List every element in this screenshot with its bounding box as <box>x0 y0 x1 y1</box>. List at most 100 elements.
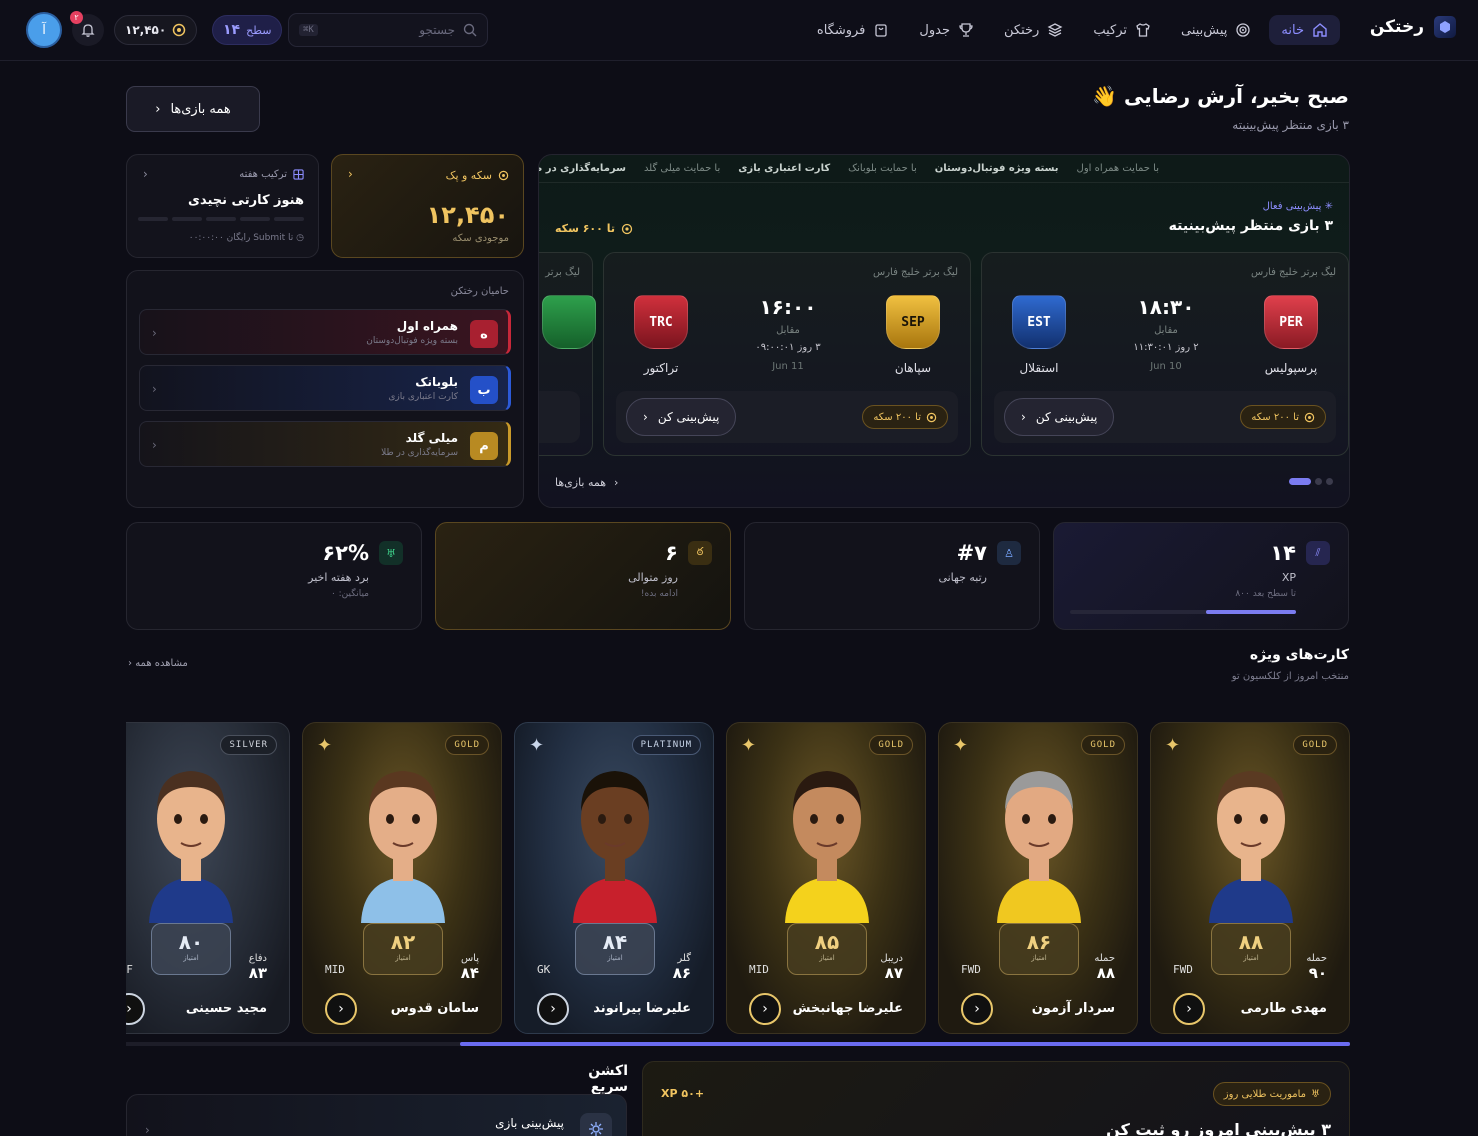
sponsor-item[interactable]: ه همراه اول بسته ویژه فوتبال‌دوستان ‹ <box>139 309 511 355</box>
match-date: Jun 10 <box>1150 361 1182 372</box>
team-crest: PER <box>1264 295 1318 349</box>
stat-value: ۸۴ <box>460 964 479 982</box>
player-card[interactable]: GOLD ✦ ۸۸ امتیاز FWD حمله ۹۰ مهدی طارمی ‹ <box>1150 722 1350 1034</box>
player-card[interactable]: PLATINUM ✦ ۸۴ امتیاز GK گلر ۸۶ علیرضا بیرانوند ‹ <box>514 722 714 1034</box>
chevron-left-icon: ‹ <box>1021 410 1026 424</box>
avatar[interactable]: آ <box>26 12 62 48</box>
stat-label: رتبه جهانی <box>938 571 987 584</box>
brand-logo[interactable]: رختکن <box>1370 16 1456 38</box>
coins-badge[interactable]: ۱۲,۴۵۰ <box>114 15 198 45</box>
card-open-button[interactable]: ‹ <box>749 993 781 1025</box>
nav-lockerroom[interactable]: رختکن <box>992 15 1075 45</box>
weekly-lineup-card[interactable]: ترکیب هفته ‹ هنوز کارتی نچیدی ◷ تا Submi… <box>126 154 319 258</box>
player-card[interactable]: GOLD ✦ ۸۲ امتیاز MID پاس ۸۴ سامان قدوس ‹ <box>302 722 502 1034</box>
rating-label: امتیاز <box>607 954 623 962</box>
all-games-button[interactable]: همه بازی‌ها ‹ <box>126 86 260 132</box>
carousel-dot[interactable] <box>1289 478 1311 485</box>
player-card[interactable]: SILVER✦۸۰امتیازDEFدفاع۸۳مجید حسینی‹ <box>126 722 290 1034</box>
vs-label: مقابل <box>1154 325 1178 336</box>
match-card[interactable]: لیگ برتر خلیج فارس SEP سپاهان ۱۶:۰۰ مقاب… <box>603 252 971 456</box>
match-date: Jun 11 <box>772 361 804 372</box>
player-avatar <box>361 771 445 923</box>
scrollbar-thumb[interactable] <box>460 1042 1350 1046</box>
countdown: ۳ روز ۰۹:۰۰:۰۱ <box>755 342 821 353</box>
match-card[interactable]: لیگ برتر خلیج فارس PER پرسپولیس ۱۸:۳۰ مق… <box>981 252 1349 456</box>
search-placeholder: جستجو <box>419 23 455 37</box>
predict-button[interactable]: پیش‌بینی کن ‹ <box>1004 398 1115 436</box>
see-all-link[interactable]: مشاهده همه ‹ <box>128 658 188 669</box>
sponsor-logo: ه <box>470 320 498 348</box>
player-name: مجید حسینی <box>185 1001 267 1016</box>
card-tier: GOLD <box>1293 735 1337 755</box>
weekly-lineup-status: هنوز کارتی نچیدی <box>188 193 304 208</box>
quick-action-item[interactable]: پیش‌بینی بازی ‹ <box>126 1094 627 1136</box>
nav-lockerroom-label: رختکن <box>1004 22 1040 38</box>
chevron-left-icon: ‹ <box>152 438 157 452</box>
nav-shop-label: فروشگاه <box>816 22 866 38</box>
player-card[interactable]: GOLD ✦ ۸۶ امتیاز FWD حمله ۸۸ سردار آزمون ‹ <box>938 722 1138 1034</box>
nav-home[interactable]: خانه <box>1269 15 1340 45</box>
see-all-label: مشاهده همه <box>135 658 188 669</box>
match-card[interactable]: لیگ برتر تا <box>539 252 596 456</box>
card-open-button[interactable]: ‹ <box>961 993 993 1025</box>
sponsor-item[interactable]: ب بلوبانک کارت اعتباری بازی ‹ <box>139 365 511 411</box>
daily-mission-card[interactable]: ♅ ماموریت طلایی روز +۵۰ XP ۳ پیش‌بینی امر… <box>642 1061 1350 1136</box>
mission-tag: ♅ ماموریت طلایی روز <box>1212 1082 1331 1106</box>
ticker-item: کارت اعتباری بازی <box>738 163 831 174</box>
coins-value: ۱۲,۴۵۰ <box>125 23 167 37</box>
nav-table[interactable]: جدول <box>907 15 986 45</box>
stat-label: حمله <box>1094 953 1115 964</box>
streak-stat-card: ఠ ۶ روز متوالی ادامه بده! <box>435 522 731 630</box>
carousel-dot[interactable] <box>1326 478 1333 485</box>
predict-label: پیش‌بینی کن <box>657 410 720 424</box>
mission-tag-label: ماموریت طلایی روز <box>1223 1088 1307 1100</box>
sparkle-icon: ✦ <box>317 735 333 756</box>
carousel-dots[interactable] <box>1289 478 1333 485</box>
chevron-left-icon: ‹ <box>550 1001 556 1017</box>
coins-pack-card[interactable]: سکه و پک ‹ ۱۲,۴۵۰ موجودی سکه <box>331 154 524 258</box>
notifications-button[interactable]: ۲ <box>70 11 104 46</box>
coin-balance: ۱۲,۴۵۰ <box>426 201 509 229</box>
stat-label: دفاع <box>248 953 267 964</box>
stat-sub: میانگین: ۰ <box>330 589 369 599</box>
card-open-button[interactable]: ‹ <box>537 993 569 1025</box>
player-avatar <box>149 771 233 923</box>
ticker-item: با حمایت میلی گلد <box>643 163 721 174</box>
player-stat: گلر ۸۶ <box>673 953 691 982</box>
nav-lineup[interactable]: ترکیب <box>1081 15 1163 45</box>
carousel-all-games[interactable]: ‹ همه بازی‌ها <box>555 476 618 489</box>
notification-count: ۲ <box>70 11 83 24</box>
vs-label: مقابل <box>776 325 800 336</box>
card-open-button[interactable]: ‹ <box>1173 993 1205 1025</box>
card-open-button[interactable]: ‹ <box>126 993 145 1025</box>
featured-cards-strip[interactable]: GOLD ✦ ۸۸ امتیاز FWD حمله ۹۰ مهدی طارمی ‹ GOLD ✦ ۸۶… <box>126 712 1350 1046</box>
sponsor-item[interactable]: م میلی گلد سرمایه‌گذاری در طلا ‹ <box>139 421 511 467</box>
predict-button[interactable]: پیش‌بینی کن ‹ <box>626 398 737 436</box>
nav-predict[interactable]: پیش‌بینی <box>1169 15 1263 45</box>
search-box[interactable]: جستجو K⌘ <box>288 13 488 47</box>
stat-value: ۸۸ <box>1096 964 1115 982</box>
card-rating: ۸۰ امتیاز <box>151 923 231 975</box>
player-stat: دریبل ۸۷ <box>880 953 903 982</box>
logo-icon <box>1434 16 1456 38</box>
ticker-item: با حمایت بلوبانک <box>848 163 917 174</box>
stat-value: ۱۴ <box>1270 541 1296 565</box>
player-card[interactable]: GOLD ✦ ۸۵ امتیاز MID دریبل ۸۷ علیرضا جهانبخش ‹ <box>726 722 926 1034</box>
sponsor-desc: بسته ویژه فوتبال‌دوستان <box>366 336 458 346</box>
rating-label: امتیاز <box>1243 954 1259 962</box>
card-tier: GOLD <box>1081 735 1125 755</box>
match-actions: تا <box>539 391 580 443</box>
home-team: SEP سپاهان <box>878 295 948 375</box>
search-shortcut: K⌘ <box>299 24 318 36</box>
level-badge[interactable]: سطح ۱۴ <box>212 15 283 45</box>
countdown: ۲ روز ۱۱:۳۰:۰۱ <box>1133 342 1199 353</box>
cup-icon: ♅ <box>379 541 403 565</box>
strip-scrollbar[interactable] <box>126 1042 1350 1046</box>
rating-value: ۸۸ <box>1238 930 1264 954</box>
team-crest: EST <box>1012 295 1066 349</box>
stat-label: گلر <box>677 953 691 964</box>
card-open-button[interactable]: ‹ <box>325 993 357 1025</box>
coins-pack-title: سکه و پک <box>445 169 492 182</box>
carousel-dot[interactable] <box>1315 478 1322 485</box>
nav-shop[interactable]: فروشگاه <box>805 15 902 45</box>
